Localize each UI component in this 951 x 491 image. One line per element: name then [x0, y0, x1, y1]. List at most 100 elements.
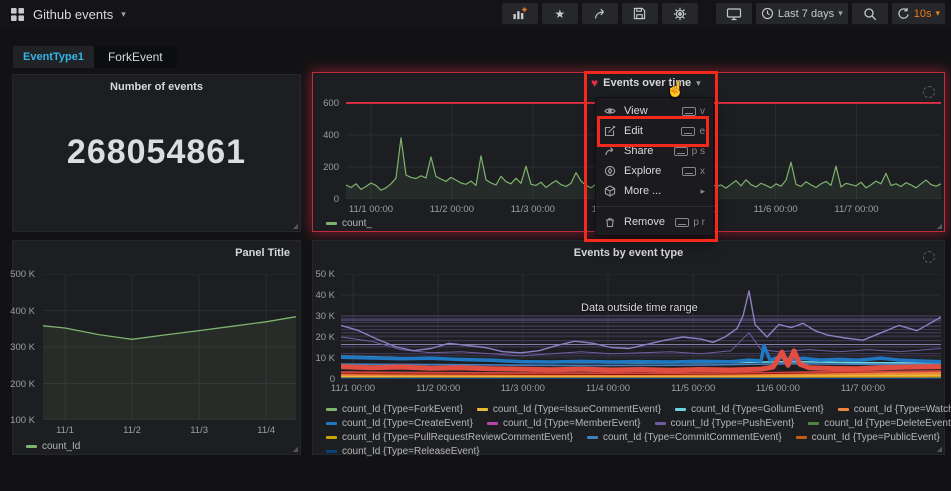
legend-item[interactable]: count_Id — [26, 441, 80, 452]
x-tick-label: 11/4 — [257, 425, 275, 436]
legend-item[interactable]: count_Id {Type=PullRequestReviewCommentE… — [326, 432, 573, 443]
legend-item[interactable]: count_Id {Type=PushEvent} — [655, 418, 795, 429]
x-tick-label: 11/1 00:00 — [349, 204, 393, 215]
legend-item[interactable]: count_ — [326, 218, 372, 229]
shortcut-label: x — [700, 166, 705, 177]
legend-item[interactable]: count_Id {Type=CommitCommentEvent} — [587, 432, 782, 443]
menu-divider — [596, 206, 713, 207]
data-outside-range-annotation: Data outside time range — [581, 302, 698, 314]
alert-heart-icon: ♥ — [591, 77, 598, 89]
chevron-down-icon[interactable]: ▾ — [696, 78, 701, 89]
grafana-dashboard: { "navbar": { "title": "Github events", … — [0, 0, 951, 491]
panel-title-chart[interactable] — [43, 274, 296, 420]
variable-value-dropdown[interactable]: ForkEvent — [94, 46, 177, 68]
compass-icon — [604, 165, 617, 177]
menu-item-explore[interactable]: Explore x — [596, 161, 713, 181]
y-tick-label: 200 K — [10, 379, 35, 390]
save-button[interactable] — [622, 3, 658, 24]
legend-label: count_Id — [42, 441, 80, 452]
panel-title[interactable]: Number of events — [13, 81, 300, 93]
panel-title[interactable]: Panel Title — [235, 247, 290, 259]
legend-item[interactable]: count_Id {Type=PublicEvent} — [796, 432, 940, 443]
stat-value: 268054861 — [13, 133, 300, 172]
cycle-view-button[interactable] — [716, 3, 752, 24]
panel-title[interactable]: Events by event type — [313, 247, 944, 259]
menu-item-more[interactable]: More ... ▸ — [596, 181, 713, 201]
legend-item[interactable]: count_Id {Type=MemberEvent} — [487, 418, 641, 429]
dashboard-title[interactable]: Github events — [33, 7, 113, 22]
legend-label: count_Id {Type=GollumEvent} — [691, 404, 824, 415]
template-variable: EventType1 ForkEvent — [13, 46, 177, 68]
keyboard-icon — [674, 147, 688, 156]
settings-button[interactable] — [662, 3, 698, 24]
panel-title[interactable]: Events over time — [603, 77, 691, 89]
y-tick-label: 40 K — [315, 290, 335, 301]
shortcut-label: e — [699, 126, 705, 137]
resize-handle[interactable] — [291, 222, 298, 229]
legend-row: count_Id {Type=ReleaseEvent} — [326, 444, 934, 458]
legend-item[interactable]: count_Id {Type=ForkEvent} — [326, 404, 463, 415]
legend-item[interactable]: count_Id {Type=DeleteEvent} — [808, 418, 951, 429]
star-button[interactable]: ★ — [542, 3, 578, 24]
resize-handle[interactable] — [935, 445, 942, 452]
zoom-out-button[interactable] — [852, 3, 888, 24]
time-range-picker[interactable]: Last 7 days ▾ — [756, 3, 848, 24]
y-tick-label: 400 K — [10, 306, 35, 317]
menu-item-view[interactable]: View v — [596, 101, 713, 121]
series-color-marker — [26, 445, 37, 448]
events-by-type-chart[interactable] — [341, 274, 941, 379]
grid-icon[interactable] — [10, 7, 25, 22]
shortcut-label: p s — [692, 146, 705, 157]
series-color-marker — [487, 422, 498, 425]
menu-item-edit[interactable]: Edit e — [596, 121, 713, 141]
y-axis-labels: 0200400600 — [315, 101, 343, 199]
resize-handle[interactable] — [935, 222, 942, 229]
menu-item-share[interactable]: Share p s — [596, 141, 713, 161]
share-arrow-icon — [604, 145, 617, 157]
x-axis-labels: 11/1 00:0011/2 00:0011/3 00:0011/4 00:00… — [341, 383, 941, 395]
share-button[interactable] — [582, 3, 618, 24]
y-tick-label: 30 K — [315, 311, 335, 322]
series-color-marker — [326, 222, 337, 225]
series-color-marker — [655, 422, 666, 425]
resize-handle[interactable] — [291, 445, 298, 452]
chart-legend: count_Id {Type=ForkEvent} count_Id {Type=… — [326, 402, 934, 458]
chevron-down-icon[interactable]: ▾ — [935, 8, 940, 19]
y-tick-label: 20 K — [315, 332, 335, 343]
keyboard-icon — [682, 107, 696, 116]
legend-label: count_Id {Type=ReleaseEvent} — [342, 446, 480, 457]
refresh-interval-label[interactable]: 10s — [914, 8, 932, 20]
legend-label: count_Id {Type=PushEvent} — [671, 418, 795, 429]
x-tick-label: 11/6 00:00 — [756, 383, 800, 394]
variable-name-label: EventType1 — [13, 46, 94, 68]
legend-label: count_Id {Type=IssueCommentEvent} — [493, 404, 661, 415]
trash-icon — [604, 216, 617, 228]
chevron-down-icon[interactable]: ▾ — [121, 9, 126, 20]
legend-item[interactable]: count_Id {Type=GollumEvent} — [675, 404, 824, 415]
menu-item-label: Edit — [624, 125, 643, 137]
x-tick-label: 11/3 — [190, 425, 208, 436]
x-tick-label: 11/6 00:00 — [753, 204, 797, 215]
y-tick-label: 400 — [323, 130, 339, 141]
series-color-marker — [326, 436, 337, 439]
legend-item[interactable]: count_Id {Type=WatchEvent} — [838, 404, 951, 415]
cube-icon — [604, 185, 617, 197]
legend-item[interactable]: count_Id {Type=CreateEvent} — [326, 418, 473, 429]
y-tick-label: 0 — [334, 194, 339, 205]
legend-label: count_Id {Type=MemberEvent} — [503, 418, 641, 429]
menu-item-label: More ... — [624, 185, 661, 197]
panel-number-of-events: Number of events 268054861 — [12, 74, 301, 232]
legend-row: count_Id {Type=ForkEvent} count_Id {Type=… — [326, 402, 934, 416]
shortcut-label: p r — [693, 217, 705, 228]
legend-label: count_Id {Type=PullRequestReviewCommentE… — [342, 432, 573, 443]
magnifier-icon — [863, 7, 877, 21]
series-color-marker — [796, 436, 807, 439]
y-tick-label: 100 K — [10, 415, 35, 426]
legend-item[interactable]: count_Id {Type=IssueCommentEvent} — [477, 404, 661, 415]
refresh-button[interactable]: 10s ▾ — [892, 3, 945, 24]
panel-context-menu: View v Edit e Share p s Explore x More .… — [595, 97, 714, 236]
panel-title-menu-trigger[interactable]: ♥ Events over time ▾ — [591, 77, 701, 89]
legend-item[interactable]: count_Id {Type=ReleaseEvent} — [326, 446, 480, 457]
menu-item-remove[interactable]: Remove p r — [596, 212, 713, 232]
add-panel-button[interactable] — [502, 3, 538, 24]
